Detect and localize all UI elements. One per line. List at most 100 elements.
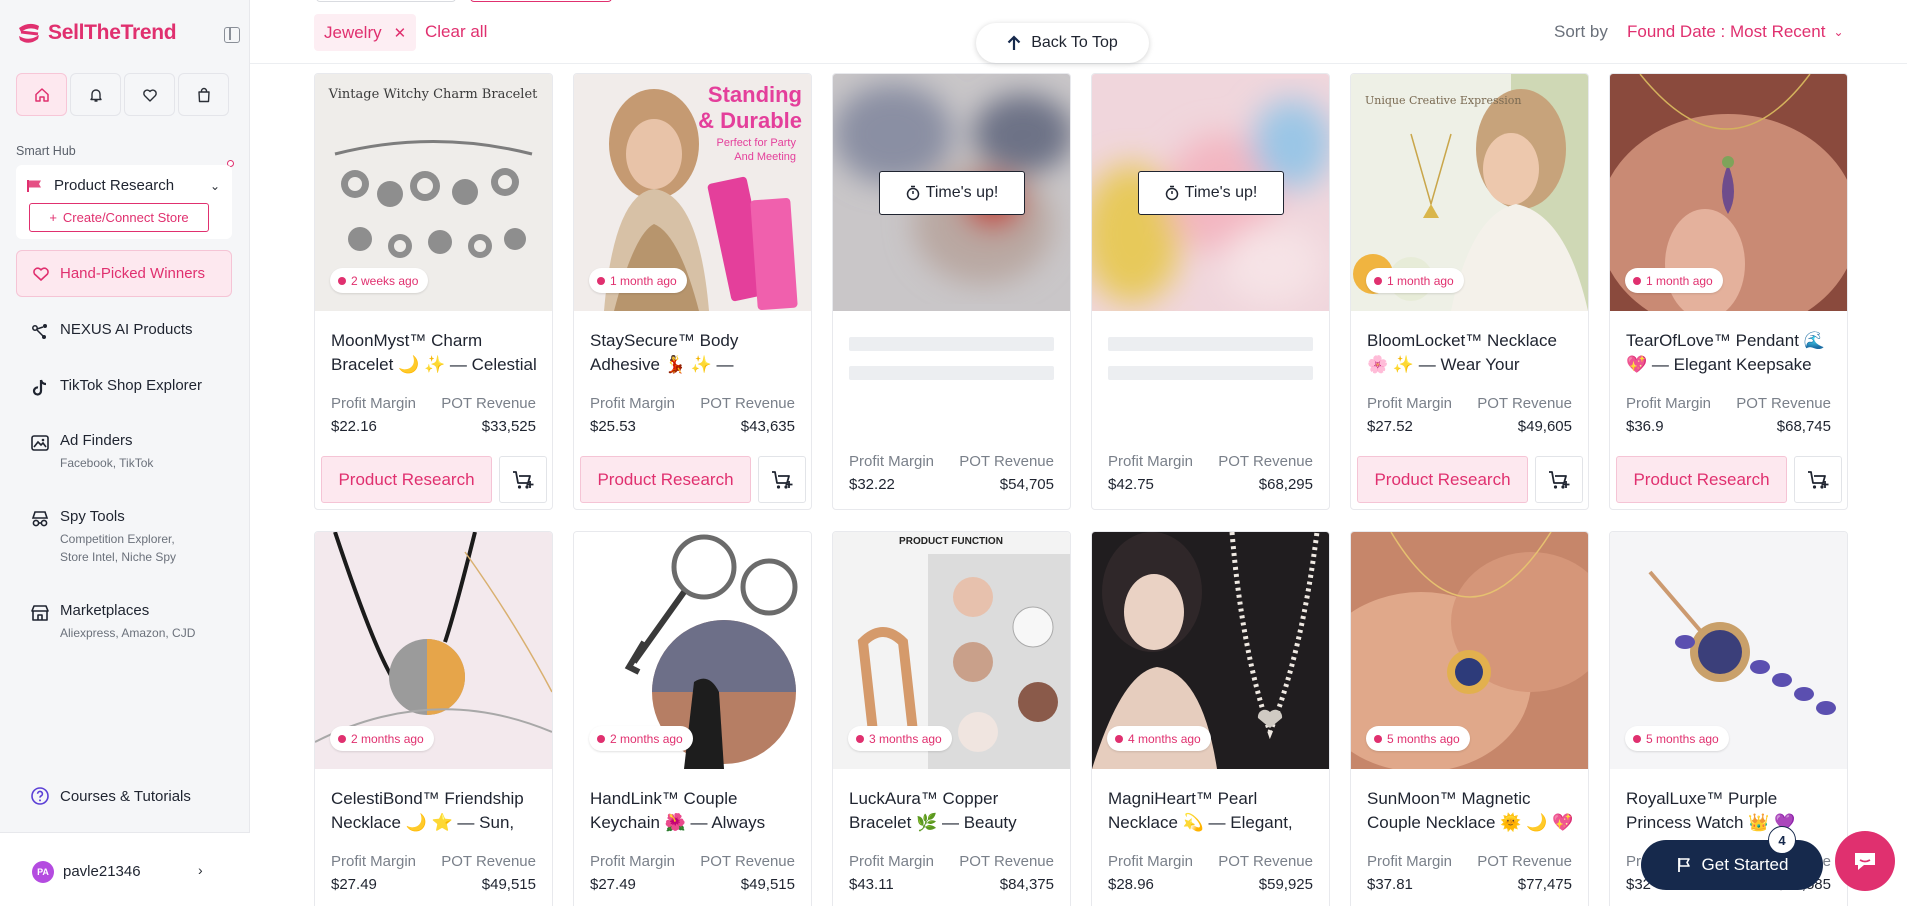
cart-plus-icon xyxy=(772,470,793,489)
chat-button[interactable] xyxy=(1835,831,1895,891)
stopwatch-icon xyxy=(1165,185,1178,201)
sidebar-item-marketplaces[interactable]: Marketplaces Aliexpress, Amazon, CJD xyxy=(30,602,195,642)
product-title[interactable]: BloomLocket™ Necklace 🌸 ✨ — Wear Your xyxy=(1367,329,1577,377)
product-metrics: Profit Margin $43.11 POT Revenue $84,375 xyxy=(849,853,1054,893)
sidebar-item-label: Marketplaces xyxy=(60,602,150,619)
age-label: 5 months ago xyxy=(1387,731,1460,746)
sidebar-item-nexus[interactable]: NEXUS AI Products xyxy=(30,321,193,342)
product-research-button[interactable]: Product Research xyxy=(1357,456,1528,503)
revenue-label: POT Revenue xyxy=(1477,395,1572,412)
product-research-button[interactable]: Product Research xyxy=(580,456,751,503)
clock-icon xyxy=(1374,276,1382,285)
times-up-overlay: Time's up! xyxy=(1138,171,1284,215)
sidebar-item-tiktok[interactable]: TikTok Shop Explorer xyxy=(30,377,202,398)
add-to-store-button[interactable] xyxy=(1535,456,1583,503)
product-title[interactable]: CelestiBond™ Friendship Necklace 🌙 ⭐ — S… xyxy=(331,787,541,835)
nexus-icon xyxy=(32,324,47,339)
product-card[interactable]: 5 months ago SunMoon™ Magnetic Couple Ne… xyxy=(1350,531,1589,906)
product-title[interactable]: MagniHeart™ Pearl Necklace 💫 — Elegant, xyxy=(1108,787,1318,835)
sidebar-item-label: TikTok Shop Explorer xyxy=(60,377,203,394)
age-label: 5 months ago xyxy=(1646,731,1719,746)
product-title[interactable]: MoonMyst™ Charm Bracelet 🌙 ✨ — Celestial xyxy=(331,329,541,377)
sort-dropdown[interactable]: Found Date : Most Recent ⌄ xyxy=(1627,22,1844,42)
product-metrics: Profit Margin $25.53 POT Revenue $43,635 xyxy=(590,395,795,435)
product-card[interactable]: 2 months ago CelestiBond™ Friendship Nec… xyxy=(314,531,553,906)
revenue-value: $77,475 xyxy=(1517,876,1572,893)
username: pavle21346 xyxy=(63,863,141,880)
locked-product-card[interactable]: Time's up! Profit Margin $32.22 POT Reven… xyxy=(832,73,1071,510)
product-card[interactable]: Vintage Witchy Charm Bracelet 2 weeks ag… xyxy=(314,73,553,510)
revenue-label: POT Revenue xyxy=(1218,453,1313,470)
add-to-store-button[interactable] xyxy=(758,456,806,503)
heart-hand-icon xyxy=(33,266,49,281)
research-dropdown[interactable]: Product Research xyxy=(26,177,174,194)
user-menu[interactable]: PA pavle21346 › xyxy=(0,832,250,906)
product-card[interactable]: Unique Creative Expression 1 month ago B… xyxy=(1350,73,1589,510)
profit-label: Profit Margin xyxy=(1367,395,1453,412)
get-started-button[interactable]: Get Started xyxy=(1641,840,1823,890)
sidebar-item-sub: Competition Explorer, Store Intel, Niche… xyxy=(60,532,177,564)
product-title[interactable]: LuckAura™ Copper Bracelet 🌿 — Beauty xyxy=(849,787,1059,835)
title-skeleton xyxy=(849,337,1054,351)
sidebar-item-ad-finders[interactable]: Ad Finders Facebook, TikTok xyxy=(30,432,153,472)
revenue-value: $59,925 xyxy=(1258,876,1313,893)
product-title[interactable]: HandLink™ Couple Keychain 🌺 — Always xyxy=(590,787,800,835)
profit-label: Profit Margin xyxy=(331,395,417,412)
shop-button[interactable] xyxy=(178,73,229,116)
product-title[interactable]: RoyalLuxe™ Purple Princess Watch 👑 💜 xyxy=(1626,787,1836,835)
filter-dropdown-edge[interactable] xyxy=(316,0,456,2)
chevron-down-icon: ⌄ xyxy=(1833,25,1844,39)
age-label: 3 months ago xyxy=(869,731,942,746)
clear-all-button[interactable]: Clear all xyxy=(425,22,487,42)
close-icon[interactable]: ✕ xyxy=(394,24,407,42)
product-title[interactable]: SunMoon™ Magnetic Couple Necklace 🌞 🌙 💖 xyxy=(1367,787,1577,835)
favorites-button[interactable] xyxy=(124,73,175,116)
age-label: 1 month ago xyxy=(610,273,677,288)
flag-icon xyxy=(27,179,41,192)
logo[interactable]: SellTheTrend xyxy=(16,20,177,46)
profit-value: $25.53 xyxy=(590,418,636,435)
home-icon xyxy=(34,87,49,102)
product-metrics: Profit Margin $42.75 POT Revenue $68,295 xyxy=(1108,453,1313,493)
ad-icon xyxy=(31,435,49,451)
collapse-sidebar-icon[interactable] xyxy=(224,27,240,43)
product-card[interactable]: Standing & Durable Perfect for Party And… xyxy=(573,73,812,510)
image-caption: Perfect for Party xyxy=(717,137,797,149)
filter-dropdown-edge-active[interactable] xyxy=(470,0,612,2)
product-card[interactable]: PRODUCT FUNCTION 3 months ago LuckAura™ … xyxy=(832,531,1071,906)
product-card[interactable]: 4 months ago MagniHeart™ Pearl Necklace … xyxy=(1091,531,1330,906)
product-research-button[interactable]: Product Research xyxy=(321,456,492,503)
product-card[interactable]: 1 month ago TearOfLove™ Pendant 🌊 💖 — El… xyxy=(1609,73,1848,510)
add-to-store-button[interactable] xyxy=(1794,456,1842,503)
sidebar-item-sub: Facebook, TikTok xyxy=(60,456,154,470)
heart-icon xyxy=(142,88,157,102)
image-caption: PRODUCT FUNCTION xyxy=(899,536,1003,547)
logo-text: SellTheTrend xyxy=(48,21,177,44)
clock-icon xyxy=(338,276,346,285)
courses-label: Courses & Tutorials xyxy=(60,787,191,805)
revenue-label: POT Revenue xyxy=(700,395,795,412)
locked-product-card[interactable]: Time's up! Profit Margin $42.75 POT Reven… xyxy=(1091,73,1330,510)
notifications-button[interactable] xyxy=(70,73,121,116)
chevron-down-icon[interactable]: ⌄ xyxy=(210,179,220,193)
product-title[interactable]: StaySecure™ Body Adhesive 💃 ✨ — xyxy=(590,329,800,377)
sidebar-item-spy-tools[interactable]: Spy Tools Competition Explorer, Store In… xyxy=(30,508,176,566)
back-to-top-button[interactable]: Back To Top xyxy=(976,23,1149,63)
create-store-button[interactable]: + Create/Connect Store xyxy=(29,203,209,232)
profit-value: $36.9 xyxy=(1626,418,1664,435)
add-to-store-button[interactable] xyxy=(499,456,547,503)
sidebar: SellTheTrend Smart Hub Product Research xyxy=(0,0,250,906)
age-badge: 3 months ago xyxy=(848,726,952,751)
courses-link[interactable]: Courses & Tutorials xyxy=(30,786,191,806)
tiktok-icon xyxy=(32,379,47,396)
clock-icon xyxy=(597,734,605,743)
chevron-right-icon: › xyxy=(198,862,203,878)
home-button[interactable] xyxy=(16,73,67,116)
product-title[interactable]: TearOfLove™ Pendant 🌊 💖 — Elegant Keepsa… xyxy=(1626,329,1836,377)
product-research-button[interactable]: Product Research xyxy=(1616,456,1787,503)
sidebar-item-hand-picked-winners[interactable]: Hand-Picked Winners xyxy=(16,250,232,297)
product-card[interactable]: 2 months ago HandLink™ Couple Keychain 🌺… xyxy=(573,531,812,906)
revenue-label: POT Revenue xyxy=(1477,853,1572,870)
sidebar-item-label: NEXUS AI Products xyxy=(60,321,193,338)
revenue-value: $68,745 xyxy=(1776,418,1831,435)
